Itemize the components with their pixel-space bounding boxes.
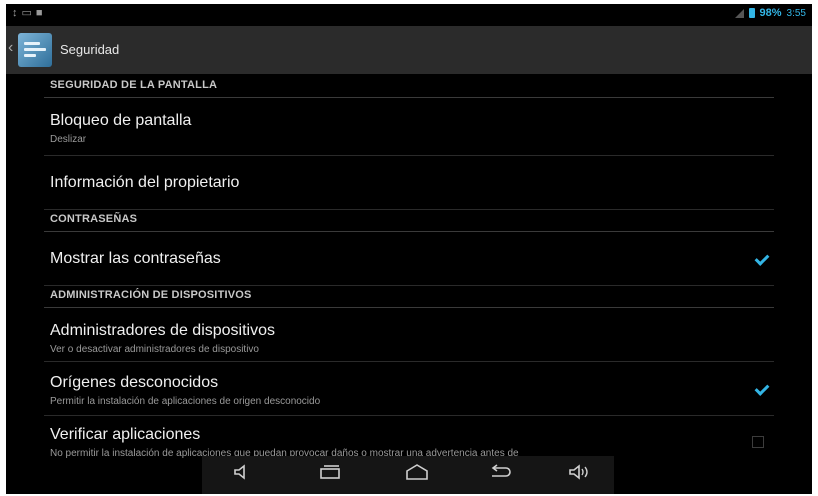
unknown-sources-item[interactable]: Orígenes desconocidos Permitir la instal… bbox=[44, 362, 774, 416]
action-bar: ‹ Seguridad bbox=[6, 26, 812, 74]
status-bar: ↕ ▭ ■ 98% 3:55 bbox=[6, 4, 812, 24]
navigation-bar bbox=[202, 456, 614, 494]
settings-icon[interactable] bbox=[18, 33, 52, 67]
item-title: Orígenes desconocidos bbox=[50, 374, 219, 391]
home-icon[interactable] bbox=[404, 462, 430, 487]
recent-apps-icon[interactable] bbox=[318, 462, 342, 487]
section-header-screen-security: SEGURIDAD DE LA PANTALLA bbox=[44, 76, 774, 98]
up-caret-icon[interactable]: ‹ bbox=[8, 39, 13, 57]
item-title: Administradores de dispositivos bbox=[50, 322, 275, 339]
battery-percent: 98% bbox=[759, 7, 782, 19]
section-header-passwords: CONTRASEÑAS bbox=[44, 210, 774, 232]
show-passwords-item[interactable]: Mostrar las contraseñas bbox=[44, 232, 774, 286]
device-admins-item[interactable]: Administradores de dispositivos Ver o de… bbox=[44, 308, 774, 362]
item-title: Verificar aplicaciones bbox=[50, 426, 201, 443]
battery-icon bbox=[748, 8, 755, 18]
item-title: Mostrar las contraseñas bbox=[50, 250, 221, 267]
tablet-screen: ↕ ▭ ■ 98% 3:55 ‹ Seguridad SEGURIDAD DE … bbox=[6, 4, 812, 494]
unknown-sources-checkbox[interactable] bbox=[754, 382, 768, 396]
signal-icon bbox=[734, 8, 744, 18]
verify-apps-checkbox[interactable] bbox=[752, 436, 764, 448]
screenshot-icon: ▭ bbox=[21, 7, 32, 19]
item-title: Información del propietario bbox=[50, 174, 240, 191]
notification-icon: ■ bbox=[35, 7, 43, 19]
clock: 3:55 bbox=[786, 7, 806, 19]
item-subtitle: Deslizar bbox=[50, 134, 87, 145]
lock-screen-item[interactable]: Bloqueo de pantalla Deslizar bbox=[44, 98, 774, 156]
settings-list: SEGURIDAD DE LA PANTALLA Bloqueo de pant… bbox=[44, 76, 774, 462]
volume-down-icon[interactable] bbox=[232, 462, 252, 487]
usb-icon: ↕ bbox=[12, 7, 18, 19]
item-title: Bloqueo de pantalla bbox=[50, 112, 192, 129]
show-passwords-checkbox[interactable] bbox=[754, 252, 768, 266]
section-header-device-admin: ADMINISTRACIÓN DE DISPOSITIVOS bbox=[44, 286, 774, 308]
volume-up-icon[interactable] bbox=[568, 462, 590, 487]
owner-info-item[interactable]: Información del propietario bbox=[44, 156, 774, 210]
item-subtitle: Ver o desactivar administradores de disp… bbox=[50, 344, 259, 355]
page-title: Seguridad bbox=[60, 42, 120, 57]
back-icon[interactable] bbox=[488, 462, 512, 487]
item-subtitle: Permitir la instalación de aplicaciones … bbox=[50, 396, 321, 407]
